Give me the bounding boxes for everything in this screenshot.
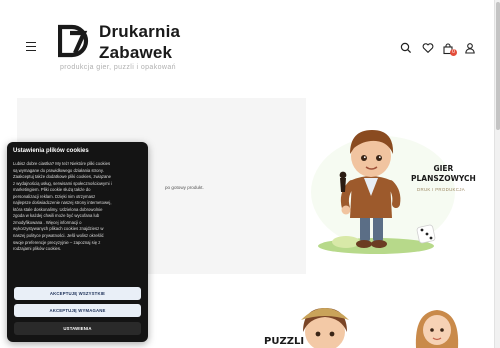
puzzle-banner-title: PUZZLI — [264, 336, 305, 347]
cart-button[interactable]: 0 — [442, 42, 457, 56]
menu-icon[interactable] — [26, 42, 36, 52]
scrollbar-thumb[interactable] — [496, 2, 500, 130]
brand-name-line1: Drukarnia — [99, 22, 181, 41]
cookie-text-line: rodzajami plików cookies. — [13, 246, 62, 252]
board-games-banner[interactable]: GIER PLANSZOWYCH DRUK I PRODUKCJA — [306, 114, 476, 257]
banner-title-line1: GIER — [433, 164, 454, 173]
brand-tagline: produkcja gier, puzzli i opakowań — [60, 64, 176, 71]
cookie-dialog-text: Lubisz dobre ciastka? My też! Niektóre p… — [13, 161, 139, 253]
banner-title-line2: PLANSZOWYCH — [411, 174, 476, 183]
page-scrollbar[interactable] — [494, 0, 500, 348]
brand-name-line2: Zabawek — [99, 43, 173, 62]
cookie-consent-dialog: Ustawienia plików cookies Lubisz dobre c… — [7, 142, 148, 342]
boy-illustration-image — [311, 130, 455, 254]
cookie-dialog-title: Ustawienia plików cookies — [13, 148, 89, 154]
banner-subtitle: DRUK I PRODUKCJA — [417, 187, 465, 192]
heart-icon[interactable] — [422, 42, 434, 54]
cookie-settings-button[interactable]: USTAWIENIA — [14, 322, 141, 335]
user-icon[interactable] — [464, 42, 476, 54]
woman-illustration-image — [415, 310, 459, 348]
search-icon[interactable] — [400, 42, 412, 54]
hero-text-fragment: po gotowy produkt. — [165, 185, 204, 190]
brand-logo-icon[interactable] — [58, 24, 90, 58]
banner-title: GIER PLANSZOWYCH — [411, 164, 476, 184]
site-header: Drukarnia Zabawek produkcja gier, puzzli… — [0, 0, 494, 98]
accept-required-cookies-button[interactable]: AKCEPTUJĘ WYMAGANE — [14, 304, 141, 317]
accept-all-cookies-button[interactable]: AKCEPTUJĘ WSZYSTKIE — [14, 287, 141, 300]
cart-count-badge: 0 — [450, 49, 457, 56]
brand-name[interactable]: Drukarnia Zabawek — [99, 21, 180, 63]
